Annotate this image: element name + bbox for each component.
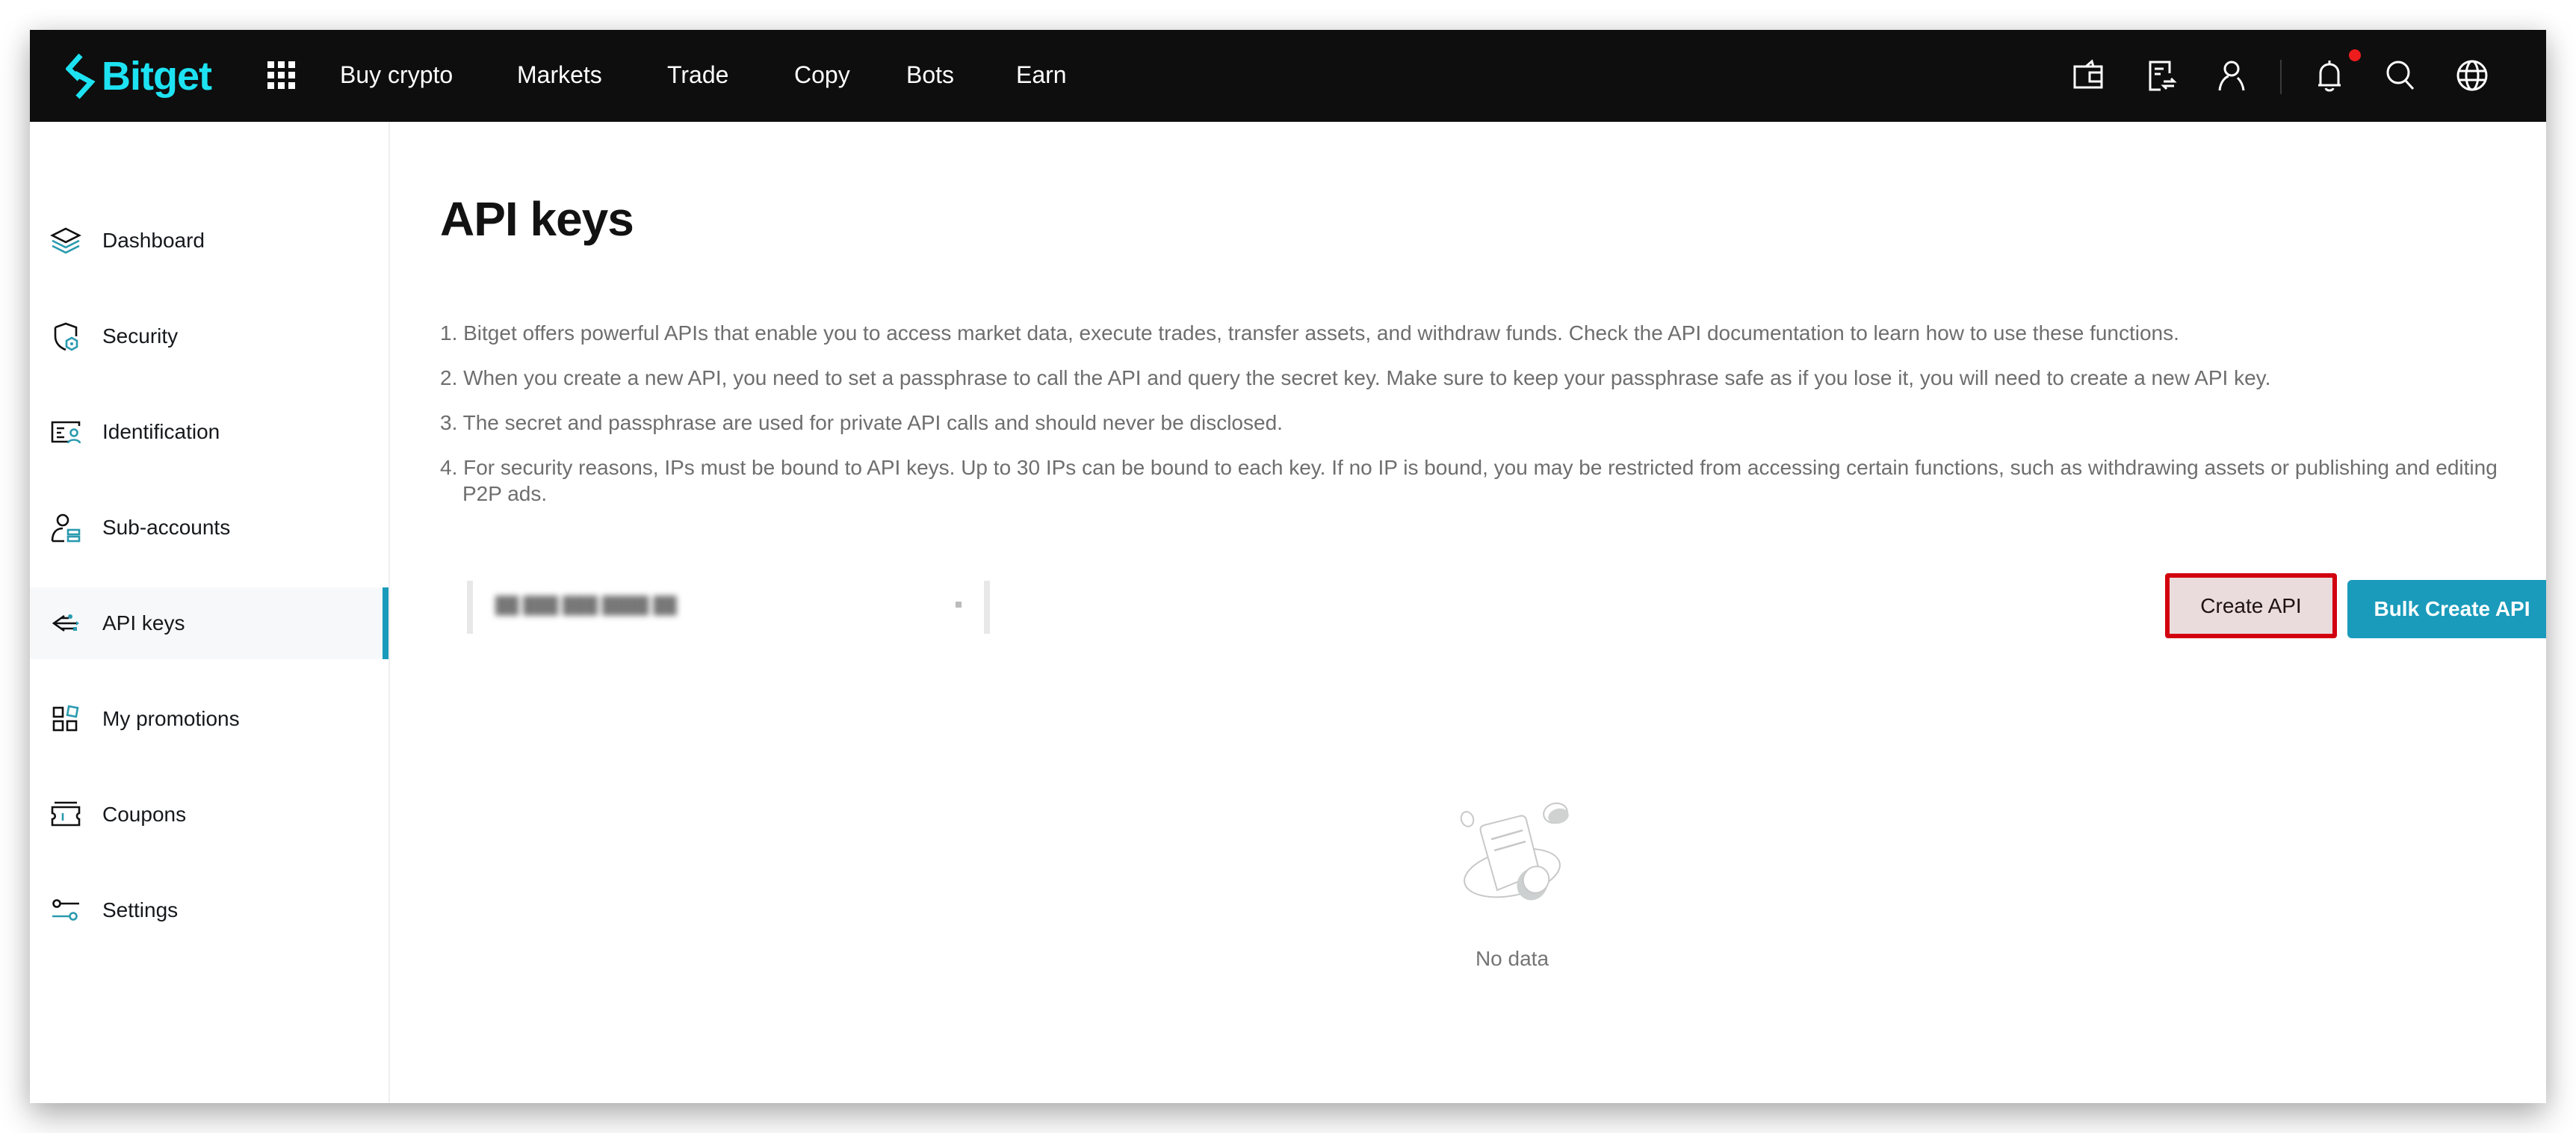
sidebar-label: Sub-accounts <box>102 516 231 539</box>
sidebar-item-security[interactable]: Security <box>30 300 388 372</box>
nav-earn[interactable]: Earn <box>1016 60 1067 90</box>
redacted-field-value: ██ ███ ███ ████ ██ <box>495 596 677 614</box>
coupon-icon <box>49 798 82 831</box>
nav-buy-crypto[interactable]: Buy crypto <box>340 60 453 90</box>
empty-state-text: No data <box>1475 947 1549 970</box>
info-item: 1. Bitget offers powerful APIs that enab… <box>440 321 2179 345</box>
bulk-create-api-button[interactable]: Bulk Create API <box>2347 580 2546 638</box>
layers-icon <box>49 224 82 257</box>
notification-badge <box>2349 49 2361 61</box>
sidebar-item-api-keys[interactable]: API keys <box>30 587 388 659</box>
sidebar-label: Dashboard <box>102 229 205 252</box>
search-icon[interactable] <box>2382 57 2419 94</box>
user-icon[interactable] <box>2213 57 2250 94</box>
sidebar: Dashboard Security Identification Sub-ac… <box>30 122 390 1103</box>
api-filter-field[interactable]: ██ ███ ███ ████ ██ <box>467 581 990 634</box>
nav-trade[interactable]: Trade <box>667 60 728 90</box>
bell-icon[interactable] <box>2311 57 2348 94</box>
apps-grid-icon[interactable] <box>267 61 296 90</box>
api-info-list: 1. Bitget offers powerful APIs that enab… <box>440 320 2517 525</box>
empty-state-illustration <box>1445 791 1579 925</box>
sidebar-label: Identification <box>102 420 220 443</box>
sidebar-item-my-promotions[interactable]: My promotions <box>30 683 388 755</box>
bitget-logo-icon <box>66 53 96 99</box>
main-content: API keys 1. Bitget offers powerful APIs … <box>391 122 2546 1103</box>
create-api-button[interactable]: Create API <box>2165 573 2337 638</box>
settings-sliders-icon <box>49 894 82 927</box>
sidebar-item-sub-accounts[interactable]: Sub-accounts <box>30 492 388 564</box>
top-nav-bar: Bitget Buy crypto Markets Trade Copy Bot… <box>30 30 2546 122</box>
promotions-icon <box>49 703 82 735</box>
sidebar-item-dashboard[interactable]: Dashboard <box>30 205 388 277</box>
shield-icon <box>49 320 82 353</box>
orders-icon[interactable] <box>2143 57 2180 94</box>
nav-markets[interactable]: Markets <box>517 60 602 90</box>
globe-icon[interactable] <box>2453 57 2491 94</box>
info-item: 2. When you create a new API, you need t… <box>440 366 2271 389</box>
sub-accounts-icon <box>49 511 82 544</box>
header-divider <box>2280 60 2282 94</box>
sidebar-label: My promotions <box>102 707 240 730</box>
nav-bots[interactable]: Bots <box>906 60 954 90</box>
sidebar-item-settings[interactable]: Settings <box>30 874 388 946</box>
sidebar-label: Coupons <box>102 803 187 826</box>
api-icon <box>49 607 82 640</box>
browser-window: Bitget Buy crypto Markets Trade Copy Bot… <box>30 30 2546 1103</box>
redacted-field-marker <box>956 602 962 608</box>
sidebar-label: Security <box>102 324 179 348</box>
sidebar-item-identification[interactable]: Identification <box>30 396 388 468</box>
bitget-logo[interactable]: Bitget <box>66 46 212 106</box>
sidebar-label: API keys <box>102 611 185 635</box>
brand-name: Bitget <box>102 54 212 99</box>
info-item: 4. For security reasons, IPs must be bou… <box>440 456 2498 505</box>
info-item: 3. The secret and passphrase are used fo… <box>440 411 1283 434</box>
sidebar-label: Settings <box>102 898 179 921</box>
page-title: API keys <box>440 192 634 246</box>
nav-copy[interactable]: Copy <box>794 60 850 90</box>
wallet-icon[interactable] <box>2069 57 2107 94</box>
id-card-icon <box>49 416 82 448</box>
sidebar-item-coupons[interactable]: Coupons <box>30 779 388 850</box>
